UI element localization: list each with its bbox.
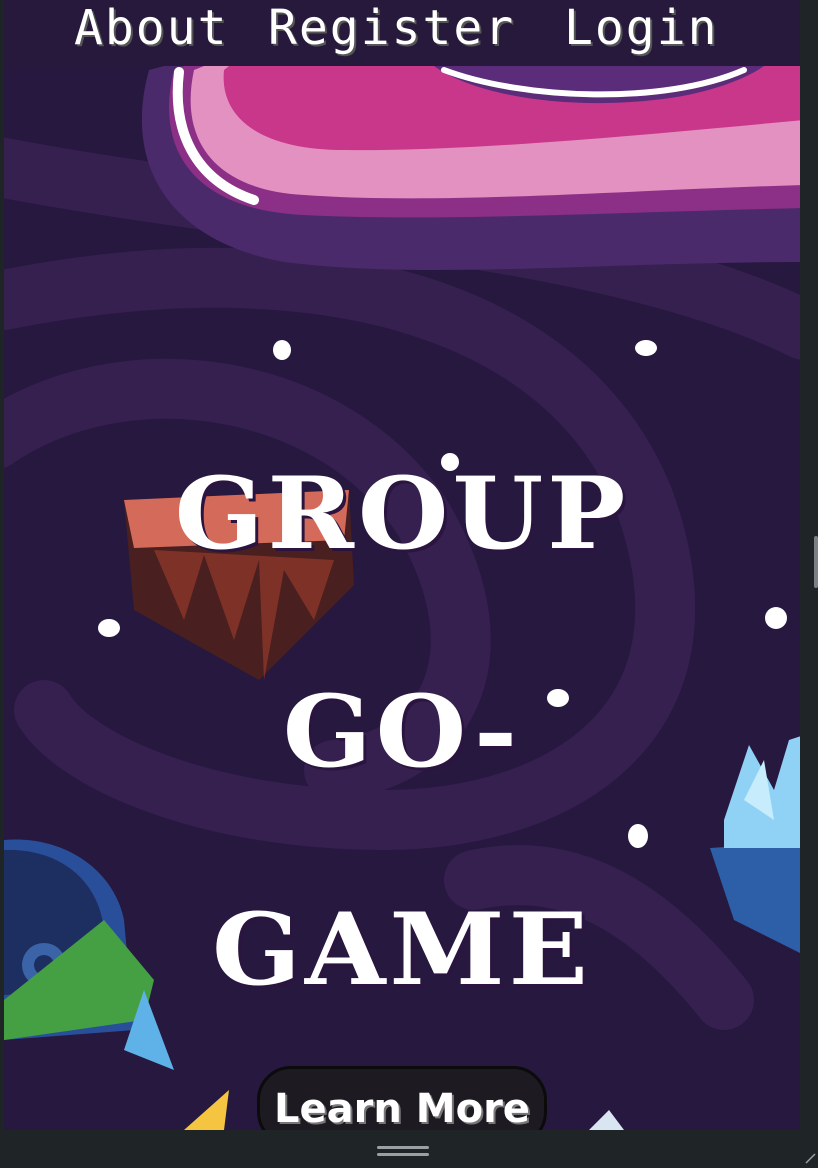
page-viewport: About Register Login GROUP GO- GAME Lear… [4,0,800,1130]
hero-title-line: GO- [282,673,522,790]
nav-link-login[interactable]: Login [564,2,719,54]
top-navigation: About Register Login [4,0,800,66]
nav-link-register[interactable]: Register [268,2,515,54]
resize-corner-icon[interactable] [804,1152,816,1164]
hero-title-line: GAME [212,891,592,1008]
nav-link-about[interactable]: About [74,2,229,54]
learn-more-button[interactable]: Learn More [257,1066,547,1130]
panel-resize-bar [0,1130,818,1168]
drag-handle-icon[interactable] [377,1146,429,1156]
scrollbar-thumb[interactable] [814,536,818,588]
hero-title: GROUP GO- GAME [4,455,800,1009]
hero-title-line: GROUP [174,455,630,572]
